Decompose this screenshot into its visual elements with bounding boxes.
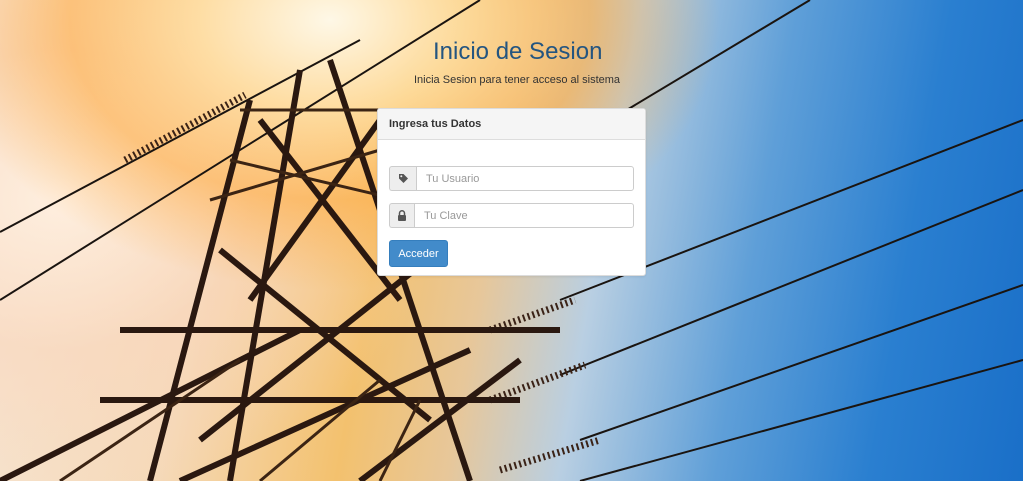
login-page: Inicio de Sesion Inicia Sesion para tene…: [0, 0, 1023, 481]
login-panel: Ingresa tus Datos Acceder: [377, 108, 646, 276]
password-input[interactable]: [414, 203, 634, 228]
tag-icon: [389, 166, 416, 191]
login-panel-heading: Ingresa tus Datos: [378, 109, 645, 140]
page-subtitle: Inicia Sesion para tener acceso al siste…: [414, 74, 621, 86]
username-input-group: [389, 166, 634, 191]
password-input-group: [389, 203, 634, 228]
username-input[interactable]: [416, 166, 634, 191]
page-title: Inicio de Sesion: [433, 38, 603, 65]
acceder-button[interactable]: Acceder: [389, 240, 448, 267]
lock-icon: [389, 203, 414, 228]
